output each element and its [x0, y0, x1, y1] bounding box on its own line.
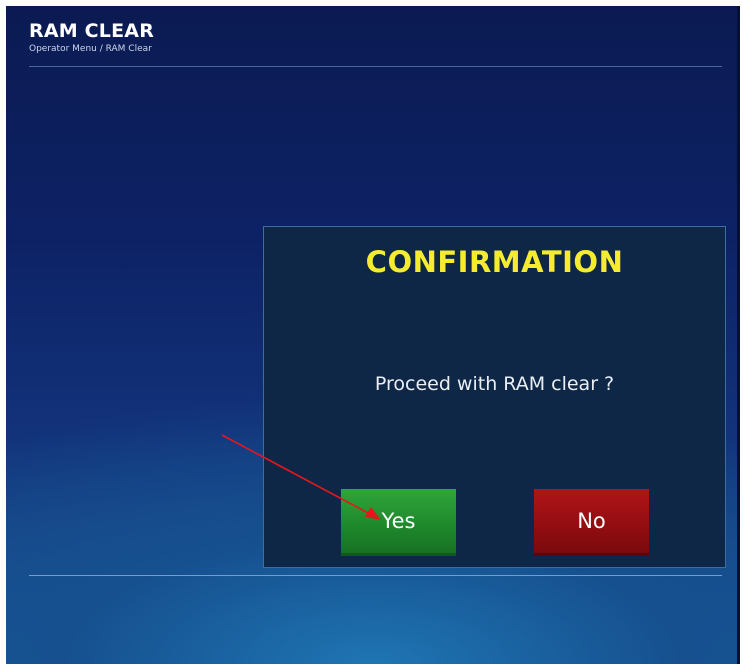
ram-clear-screen: RAM CLEAR Operator Menu / RAM Clear CONF… [6, 6, 740, 664]
page-title: RAM CLEAR [29, 20, 155, 42]
dialog-title: CONFIRMATION [365, 245, 624, 279]
dialog-message: Proceed with RAM clear ? [374, 373, 615, 395]
confirmation-dialog: CONFIRMATION Proceed with RAM clear ? Ye… [263, 226, 726, 568]
footer-divider [29, 575, 722, 576]
yes-button[interactable]: Yes [341, 489, 456, 556]
no-button[interactable]: No [534, 489, 649, 556]
header-divider [29, 66, 722, 67]
breadcrumb: Operator Menu / RAM Clear [29, 44, 152, 54]
yes-button-label: Yes [381, 509, 416, 533]
no-button-label: No [577, 509, 606, 533]
